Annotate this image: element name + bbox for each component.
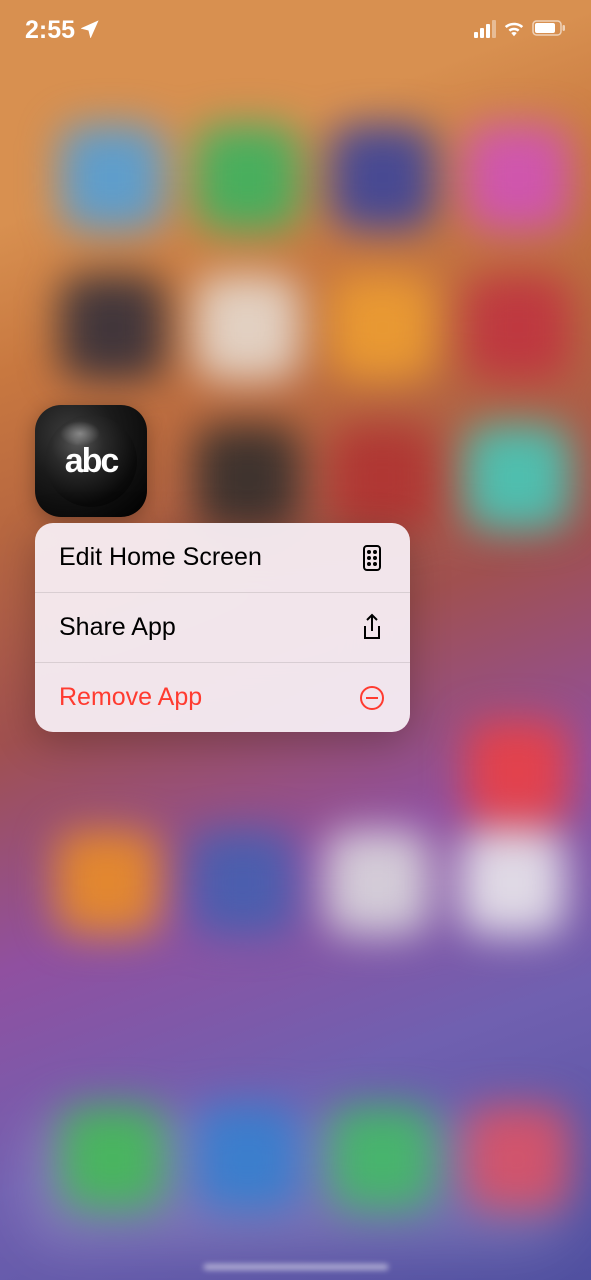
phone-grid-icon	[358, 544, 386, 572]
menu-item-remove-app[interactable]: Remove App	[35, 663, 410, 732]
status-bar: 2:55	[0, 0, 591, 50]
menu-item-share-app[interactable]: Share App	[35, 593, 410, 663]
abc-logo-text: abc	[65, 442, 118, 481]
status-bar-left: 2:55	[25, 16, 99, 45]
wifi-icon	[503, 19, 525, 42]
location-icon	[81, 16, 99, 45]
menu-item-label: Share App	[59, 613, 176, 642]
app-icon-abc[interactable]: abc	[35, 405, 147, 517]
share-icon	[358, 614, 386, 642]
status-time: 2:55	[25, 16, 75, 45]
cellular-signal-icon	[474, 22, 496, 38]
abc-logo-circle: abc	[45, 415, 137, 507]
status-bar-right	[474, 19, 566, 42]
minus-circle-icon	[358, 684, 386, 712]
menu-item-edit-home-screen[interactable]: Edit Home Screen	[35, 523, 410, 593]
home-indicator[interactable]	[203, 1264, 388, 1270]
context-menu: Edit Home Screen Share App Remove App	[35, 523, 410, 732]
battery-icon	[532, 20, 566, 41]
menu-item-label: Remove App	[59, 683, 202, 712]
menu-item-label: Edit Home Screen	[59, 543, 262, 572]
